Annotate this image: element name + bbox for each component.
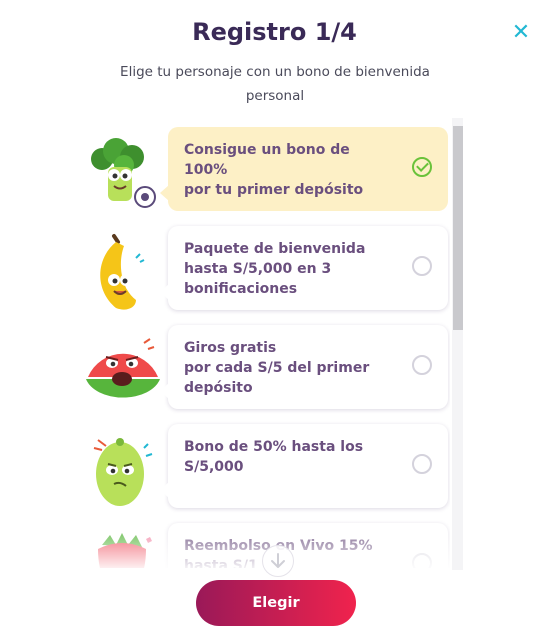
scrollbar-thumb[interactable] xyxy=(453,126,463,330)
bonus-option-card[interactable]: Paquete de bienvenida hasta S/5,000 en 3… xyxy=(160,226,448,310)
page-subtitle: Elige tu personaje con un bono de bienve… xyxy=(120,64,430,104)
bonus-option-1: Paquete de bienvenida hasta S/5,000 en 3… xyxy=(80,226,450,312)
bonus-option-3: Bono de 50% hasta los S/5,000 xyxy=(80,424,450,510)
bonus-option-label: Consigue un bono de 100% por tu primer d… xyxy=(184,142,364,198)
check-icon[interactable] xyxy=(412,157,432,177)
strawberry-icon xyxy=(98,533,152,568)
lemon-icon xyxy=(93,438,153,506)
elegir-button[interactable]: Elegir xyxy=(196,580,356,626)
bonus-option-label: Bono de 50% hasta los S/5,000 xyxy=(184,439,364,475)
bonus-option-label: Paquete de bienvenida hasta S/5,000 en 3… xyxy=(184,241,366,297)
radio-button[interactable] xyxy=(412,355,432,375)
close-icon[interactable]: ✕ xyxy=(508,20,534,46)
bonus-option-0: Consigue un bono de 100% por tu primer d… xyxy=(80,127,450,213)
watermelon-icon xyxy=(86,338,160,398)
radio-button[interactable] xyxy=(412,553,432,568)
radio-button[interactable] xyxy=(412,454,432,474)
bonus-option-card[interactable]: Reembolso en Vivo 15% hasta S/1 xyxy=(168,523,448,568)
bonus-option-card[interactable]: Consigue un bono de 100% por tu primer d… xyxy=(160,127,448,211)
bonus-option-label: Giros gratis por cada S/5 del primer dep… xyxy=(184,340,370,396)
bonus-option-2: Giros gratis por cada S/5 del primer dep… xyxy=(80,325,450,411)
scroll-down-icon[interactable] xyxy=(262,545,294,577)
bonus-option-card[interactable]: Giros gratis por cada S/5 del primer dep… xyxy=(160,325,448,409)
page-title: Registro 1/4 xyxy=(192,18,357,46)
bonus-option-card[interactable]: Bono de 50% hasta los S/5,000 xyxy=(160,424,448,508)
radio-button[interactable] xyxy=(412,256,432,276)
bonus-option-list: Consigue un bono de 100% por tu primer d… xyxy=(80,118,450,568)
broccoli-icon xyxy=(91,138,156,208)
banana-icon xyxy=(100,234,145,310)
